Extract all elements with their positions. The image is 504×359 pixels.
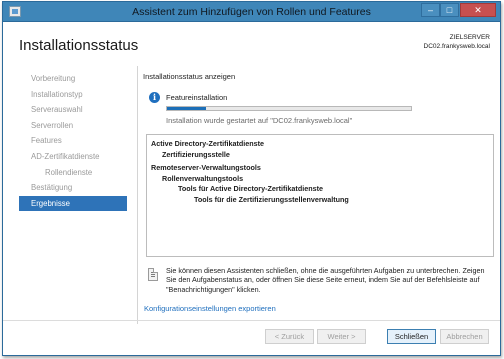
wizard-steps-sidebar: Vorbereitung Installationstyp Serverausw… [19, 71, 127, 212]
sidebar-item-rollendienste: Rollendienste [45, 167, 93, 177]
maximize-icon[interactable]: □ [440, 3, 459, 17]
result-item: Rollenverwaltungstools [162, 173, 244, 183]
results-panel: Installationsstatus anzeigen i Featurein… [137, 66, 495, 324]
next-button[interactable]: Weiter > [317, 329, 366, 344]
cancel-button[interactable]: Abbrechen [440, 329, 489, 344]
close-button[interactable]: Schließen [387, 329, 436, 344]
info-icon: i [149, 92, 160, 103]
result-item: Remoteserver-Verwaltungstools [151, 163, 261, 172]
result-item: Tools für Active Directory-Zertifikatdie… [178, 184, 323, 193]
result-item: Tools für die Zertifizierungsstellenverw… [194, 194, 349, 204]
footer-divider [3, 320, 500, 321]
page-title: Installationsstatus [19, 37, 139, 54]
export-settings-link[interactable]: Konfigurationseinstellungen exportieren [144, 304, 276, 313]
wizard-header: Installationsstatus ZIELSERVER DC02.fran… [3, 23, 500, 65]
sidebar-item-vorbereitung: Vorbereitung [31, 74, 76, 83]
sidebar-item-ad-zertifikatdienste: AD-Zertifikatdienste [31, 151, 100, 161]
progress-fill [167, 107, 207, 110]
close-wizard-note: Sie können diesen Assistenten schließen,… [166, 266, 485, 294]
installation-results-list[interactable]: Active Directory-Zertifikatdienste Zerti… [146, 134, 494, 257]
feature-installation-label: Featureinstallation [166, 93, 228, 102]
section-heading: Installationsstatus anzeigen [143, 72, 236, 81]
sidebar-item-installationstyp: Installationstyp [31, 89, 83, 99]
back-button[interactable]: < Zurück [265, 329, 314, 344]
sidebar-item-serverrollen: Serverrollen [31, 120, 74, 130]
installation-progress-bar [166, 106, 412, 111]
document-note-icon [148, 268, 158, 281]
wizard-window: Assistent zum Hinzufügen von Rollen und … [2, 1, 501, 356]
result-item: Active Directory-Zertifikatdienste [151, 139, 265, 148]
sidebar-item-ergebnisse[interactable]: Ergebnisse [19, 195, 127, 212]
close-icon[interactable]: ✕ [460, 3, 496, 17]
title-bar[interactable]: Assistent zum Hinzufügen von Rollen und … [3, 2, 500, 22]
sidebar-item-features: Features [31, 136, 62, 146]
sidebar-item-bestaetigung: Bestätigung [31, 183, 73, 193]
target-server-info: ZIELSERVER DC02.frankysweb.local [424, 33, 490, 51]
target-server-caption: ZIELSERVER [449, 34, 490, 41]
sidebar-item-serverauswahl: Serverauswahl [31, 105, 83, 115]
target-server-name: DC02.frankysweb.local [423, 43, 490, 50]
result-item: Zertifizierungsstelle [162, 149, 230, 159]
minimize-icon[interactable]: ‒ [421, 3, 440, 17]
installation-status-text: Installation wurde gestartet auf "DC02.f… [166, 116, 353, 125]
